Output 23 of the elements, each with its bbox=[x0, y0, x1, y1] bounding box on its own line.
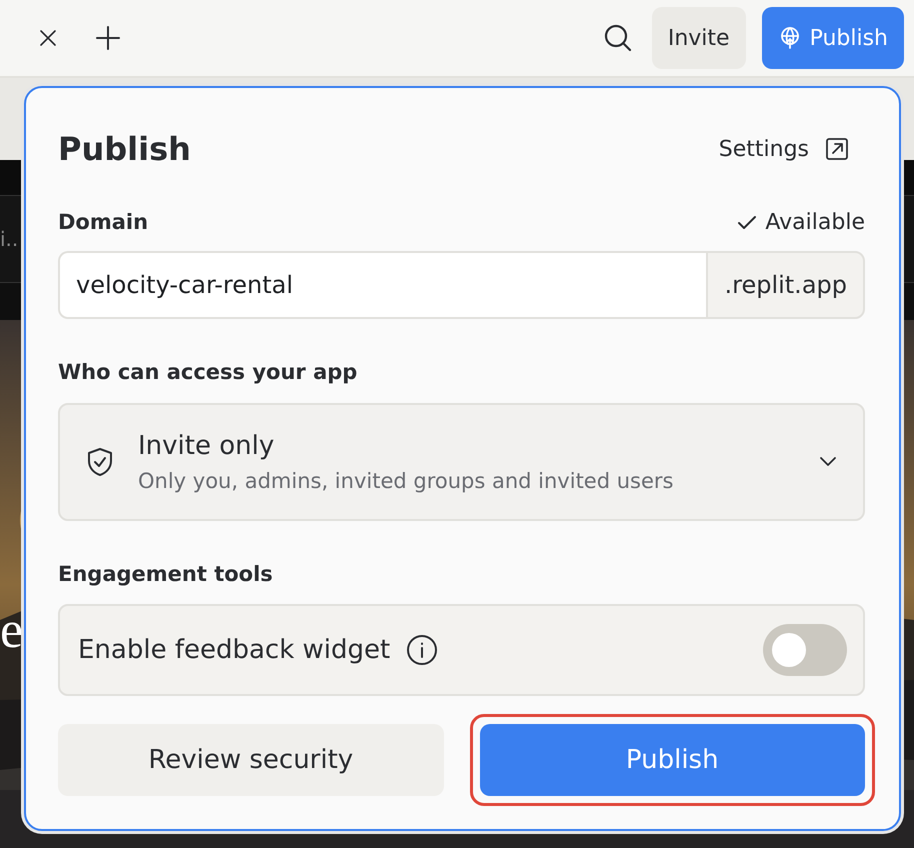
access-option: Invite only bbox=[138, 426, 819, 466]
settings-link[interactable]: Settings bbox=[718, 132, 849, 166]
info-icon bbox=[406, 634, 438, 666]
check-icon bbox=[737, 214, 758, 231]
invite-button[interactable]: Invite bbox=[652, 7, 746, 69]
hero-text: e bbox=[0, 605, 24, 657]
availability-status: Available bbox=[765, 209, 865, 238]
external-link-icon bbox=[825, 137, 849, 162]
access-label: Who can access your app bbox=[58, 359, 358, 386]
engagement-label: Engagement tools bbox=[58, 560, 274, 588]
review-security-button[interactable]: Review security bbox=[58, 724, 444, 796]
domain-label: Domain bbox=[58, 209, 148, 236]
domain-suffix: .replit.app bbox=[706, 251, 865, 320]
domain-field[interactable]: velocity-car-rental bbox=[58, 251, 706, 320]
dialog-title: Publish bbox=[58, 130, 191, 168]
access-select[interactable]: Invite only Only you, admins, invited groups and invited users bbox=[58, 402, 865, 521]
feedback-widget-label: Enable feedback widget bbox=[78, 634, 390, 667]
row-text: i.. bbox=[0, 226, 18, 253]
shield-check-icon bbox=[86, 446, 114, 477]
publish-button[interactable]: Publish bbox=[480, 724, 865, 796]
access-description: Only you, admins, invited groups and invited users bbox=[138, 468, 674, 495]
publish-button[interactable]: Publish bbox=[762, 7, 904, 69]
chevron-down-icon bbox=[819, 456, 837, 468]
